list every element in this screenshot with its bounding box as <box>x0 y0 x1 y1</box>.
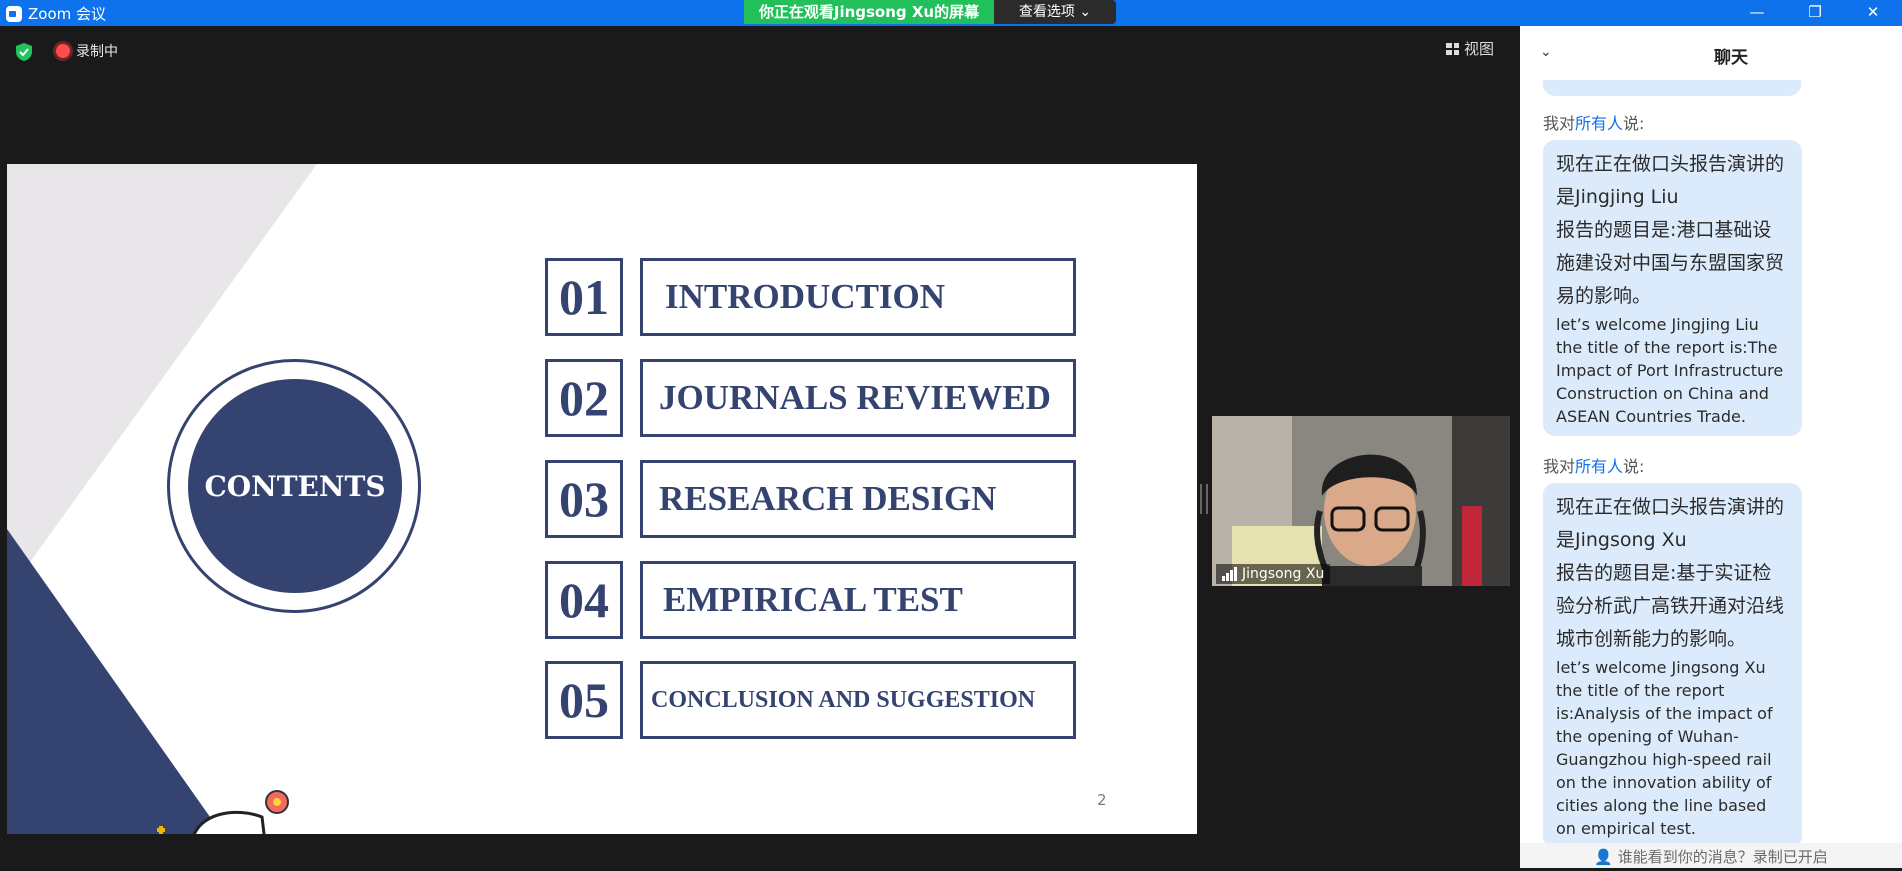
grid-view-icon <box>1446 42 1459 55</box>
chat-message-bubble[interactable]: 现在正在做口头报告演讲的是Jingjing Liu 报告的题目是:港口基础设施建… <box>1543 140 1802 436</box>
toc-number: 04 <box>545 561 623 639</box>
participant-video[interactable]: Jingsong Xu <box>1212 416 1510 586</box>
shared-slide: CONTENTS 01 INTRODUCTION 02 JOURNALS REV… <box>7 164 1197 834</box>
participant-name-tag: Jingsong Xu <box>1216 564 1331 584</box>
toc-item: 01 INTRODUCTION <box>545 258 1076 336</box>
toc-number: 03 <box>545 460 623 538</box>
chat-panel: ⌄ 聊天 我对所有人说: 现在正在做口头报告演讲的是Jingjing Liu 报… <box>1520 26 1902 868</box>
toc-number: 05 <box>545 661 623 739</box>
toc-item: 03 RESEARCH DESIGN <box>545 460 1076 538</box>
view-label: 视图 <box>1464 40 1495 58</box>
mascot-illustration <box>157 790 289 834</box>
chevron-down-icon: ⌄ <box>1079 4 1092 20</box>
toc-item: 04 EMPIRICAL TEST <box>545 561 1076 639</box>
resize-handle[interactable] <box>1200 484 1208 514</box>
recipient-link[interactable]: 所有人 <box>1575 114 1623 133</box>
maximize-button[interactable]: ❐ <box>1786 0 1844 26</box>
sender-suffix: 说: <box>1623 457 1645 476</box>
recipient-link[interactable]: 所有人 <box>1575 457 1623 476</box>
toc-label: EMPIRICAL TEST <box>640 561 1076 639</box>
chat-privacy-notice[interactable]: 👤 谁能看到你的消息？录制已开启 <box>1520 843 1902 868</box>
message-line: let’s welcome Jingjing Liu <box>1556 315 1759 334</box>
message-line: let’s welcome Jingsong Xu <box>1556 658 1766 677</box>
view-options-button[interactable]: 查看选项 ⌄ <box>994 0 1116 24</box>
message-sender: 我对所有人说: <box>1543 110 1644 134</box>
chat-header: ⌄ 聊天 <box>1520 26 1902 80</box>
privacy-text: 谁能看到你的消息？录制已开启 <box>1617 848 1828 866</box>
message-line: the title of the report is:Analysis of t… <box>1556 681 1773 838</box>
window-controls: — ❐ ✕ <box>1728 0 1902 26</box>
toc-label: CONCLUSION AND SUGGESTION <box>640 661 1076 739</box>
sender-prefix: 我对 <box>1543 114 1576 133</box>
record-icon <box>56 44 70 58</box>
toc-number: 01 <box>545 258 623 336</box>
user-icon: 👤 <box>1594 848 1613 866</box>
toc-label: RESEARCH DESIGN <box>640 460 1076 538</box>
sender-suffix: 说: <box>1623 114 1645 133</box>
toc-label: INTRODUCTION <box>640 258 1076 336</box>
previous-message-bubble <box>1543 80 1801 96</box>
screen-share-banner: 你正在观看Jingsong Xu的屏幕 <box>744 0 994 24</box>
message-line: 现在正在做口头报告演讲的是Jingsong Xu <box>1556 496 1785 551</box>
toc-number: 02 <box>545 359 623 437</box>
recording-indicator[interactable]: 录制中 <box>56 41 118 61</box>
message-line: the title of the report is:The Impact of… <box>1556 338 1784 426</box>
app-title: Zoom 会议 <box>6 3 106 24</box>
message-sender: 我对所有人说: <box>1543 453 1644 477</box>
view-options-label: 查看选项 <box>1018 4 1075 20</box>
close-button[interactable]: ✕ <box>1844 0 1902 26</box>
toc-item: 02 JOURNALS REVIEWED <box>545 359 1076 437</box>
shield-icon[interactable] <box>14 42 34 62</box>
participant-name: Jingsong Xu <box>1242 566 1325 582</box>
toc-label: JOURNALS REVIEWED <box>640 359 1076 437</box>
contents-title: CONTENTS <box>188 379 402 593</box>
recording-label: 录制中 <box>76 44 118 60</box>
chat-title: 聊天 <box>1714 48 1748 68</box>
view-button[interactable]: 视图 <box>1446 38 1494 59</box>
slide-page-number: 2 <box>1097 791 1107 809</box>
message-line: 现在正在做口头报告演讲的是Jingjing Liu <box>1556 153 1785 208</box>
zoom-logo-icon <box>6 5 22 22</box>
chat-message-bubble[interactable]: 现在正在做口头报告演讲的是Jingsong Xu 报告的题目是:基于实证检验分析… <box>1543 483 1802 848</box>
toc-item: 05 CONCLUSION AND SUGGESTION <box>545 661 1076 739</box>
message-line: 报告的题目是:基于实证检验分析武广高铁开通对沿线城市创新能力的影响。 <box>1556 562 1785 650</box>
window-title: Zoom 会议 <box>28 5 107 23</box>
message-line: 报告的题目是:港口基础设施建设对中国与东盟国家贸易的影响。 <box>1556 219 1785 307</box>
signal-strength-icon <box>1222 567 1237 581</box>
minimize-button[interactable]: — <box>1728 0 1786 26</box>
video-feed <box>1212 416 1510 586</box>
sender-prefix: 我对 <box>1543 457 1576 476</box>
